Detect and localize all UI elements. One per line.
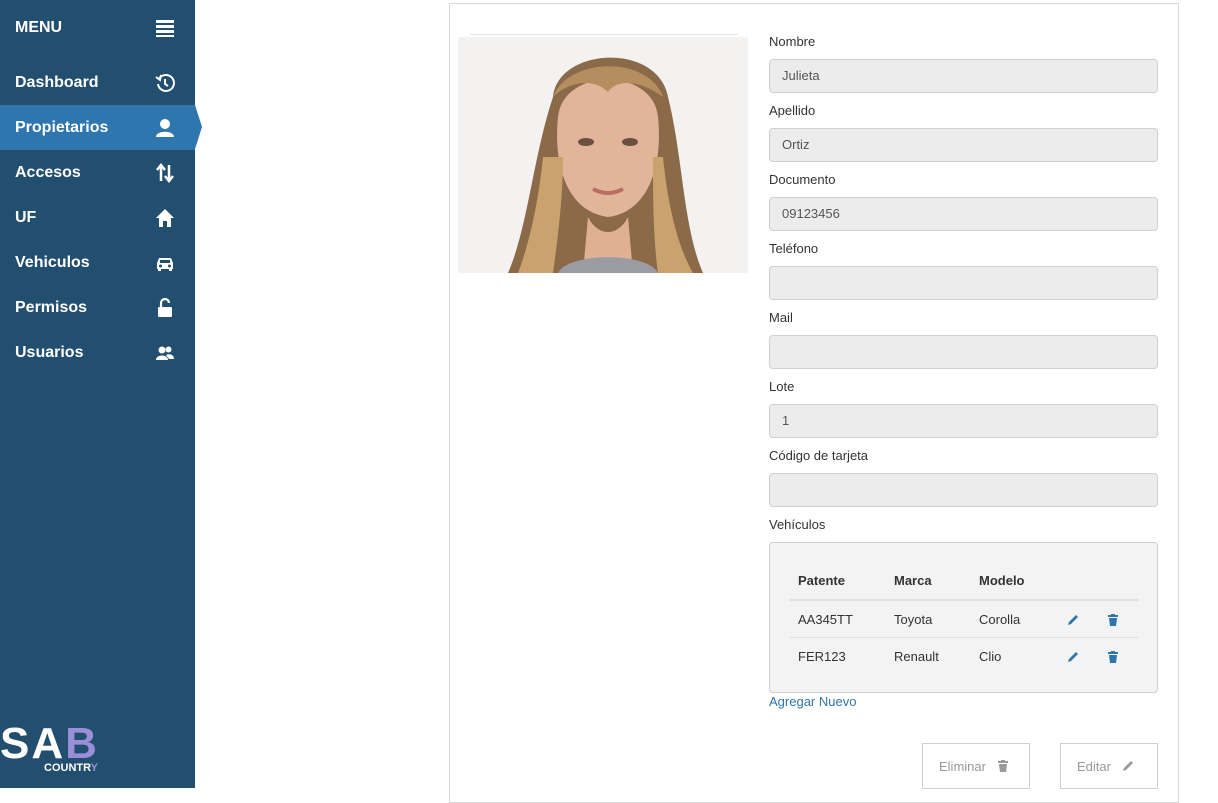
lote-label: Lote bbox=[769, 379, 795, 394]
home-icon bbox=[155, 208, 175, 228]
sort-arrows-icon bbox=[155, 162, 175, 183]
trash-icon[interactable] bbox=[1106, 613, 1120, 627]
vehicles-table-header: Patente Marca Modelo bbox=[790, 561, 1138, 601]
edit-button-label: Editar bbox=[1077, 758, 1111, 774]
column-header-marca: Marca bbox=[886, 561, 971, 601]
logo-subtitle: COUNTR bbox=[44, 762, 91, 774]
menu-title: MENU bbox=[15, 18, 63, 36]
history-icon bbox=[155, 73, 175, 93]
sidebar-nav: Dashboard Propietarios Accesos UF Vehicu… bbox=[0, 60, 202, 375]
cell-marca: Renault bbox=[886, 637, 971, 674]
vehicles-box: Patente Marca Modelo AA345TT Toyota Coro… bbox=[769, 542, 1158, 693]
pencil-icon[interactable] bbox=[1066, 613, 1080, 627]
owner-photo bbox=[458, 37, 748, 273]
sidebar-item-uf[interactable]: UF bbox=[0, 195, 195, 240]
sidebar-item-permisos[interactable]: Permisos bbox=[0, 285, 195, 330]
edit-button[interactable]: Editar bbox=[1060, 743, 1158, 789]
sidebar-item-label: Accesos bbox=[15, 163, 81, 181]
lote-field[interactable]: 1 bbox=[769, 404, 1158, 438]
user-icon bbox=[155, 118, 175, 138]
table-row: FER123 Renault Clio bbox=[790, 637, 1138, 674]
trash-icon[interactable] bbox=[1106, 650, 1120, 664]
apellido-label: Apellido bbox=[769, 103, 816, 118]
delete-button-label: Eliminar bbox=[939, 758, 986, 774]
delete-button[interactable]: Eliminar bbox=[922, 743, 1030, 789]
sidebar-item-label: Usuarios bbox=[15, 343, 84, 361]
pencil-icon[interactable] bbox=[1066, 650, 1080, 664]
nombre-label: Nombre bbox=[769, 34, 816, 49]
vehiculos-label: Vehículos bbox=[769, 517, 826, 532]
nombre-field[interactable]: Julieta bbox=[769, 59, 1158, 93]
mail-label: Mail bbox=[769, 310, 793, 325]
menu-header: MENU bbox=[0, 0, 195, 55]
sidebar-item-label: Propietarios bbox=[15, 118, 109, 136]
sidebar-item-label: Permisos bbox=[15, 298, 88, 316]
documento-label: Documento bbox=[769, 172, 836, 187]
unlock-icon bbox=[155, 297, 175, 318]
sidebar-item-propietarios[interactable]: Propietarios bbox=[0, 105, 202, 150]
pencil-icon bbox=[1122, 761, 1133, 771]
users-icon bbox=[155, 343, 175, 363]
cell-modelo: Clio bbox=[971, 637, 1058, 674]
add-vehicle-link[interactable]: Agregar Nuevo bbox=[769, 694, 856, 709]
vehicles-table: Patente Marca Modelo AA345TT Toyota Coro… bbox=[790, 561, 1138, 674]
sidebar-item-usuarios[interactable]: Usuarios bbox=[0, 330, 195, 375]
codigo-tarjeta-label: Código de tarjeta bbox=[769, 448, 869, 463]
codigo-tarjeta-field[interactable] bbox=[769, 473, 1158, 507]
telefono-label: Teléfono bbox=[769, 241, 819, 256]
sidebar-item-label: UF bbox=[15, 208, 37, 226]
sidebar-item-dashboard[interactable]: Dashboard bbox=[0, 60, 195, 105]
cell-modelo: Corolla bbox=[979, 611, 1021, 627]
sidebar-item-label: Dashboard bbox=[15, 73, 99, 91]
column-header-patente: Patente bbox=[790, 561, 886, 601]
sidebar-item-vehiculos[interactable]: Vehiculos bbox=[0, 240, 195, 285]
table-row: AA345TT Toyota Corolla bbox=[790, 600, 1138, 638]
sidebar-item-accesos[interactable]: Accesos bbox=[0, 150, 195, 195]
cell-patente: AA345TT bbox=[798, 611, 853, 627]
logo-subtitle-y: Y bbox=[90, 762, 98, 774]
hamburger-menu-icon[interactable] bbox=[155, 18, 175, 38]
column-header-modelo: Modelo bbox=[971, 561, 1058, 601]
sidebar-item-label: Vehiculos bbox=[15, 253, 90, 271]
mail-field[interactable] bbox=[769, 335, 1158, 369]
telefono-field[interactable] bbox=[769, 266, 1158, 300]
sidebar: MENU Dashboard Propietarios Accesos UF V… bbox=[0, 0, 202, 788]
logo-letter-b: B bbox=[65, 719, 99, 768]
documento-field[interactable]: 09123456 bbox=[769, 197, 1158, 231]
logo-letters: SA bbox=[0, 719, 66, 768]
apellido-field[interactable]: Ortiz bbox=[769, 128, 1158, 162]
owner-form: Nombre Julieta Apellido Ortiz Documento … bbox=[769, 33, 1158, 534]
sab-country-logo: SAB COUNTRY bbox=[0, 720, 120, 780]
trash-icon bbox=[997, 760, 1008, 772]
cell-marca: Toyota bbox=[894, 611, 933, 627]
car-icon bbox=[155, 253, 175, 273]
cell-patente: FER123 bbox=[790, 637, 886, 674]
